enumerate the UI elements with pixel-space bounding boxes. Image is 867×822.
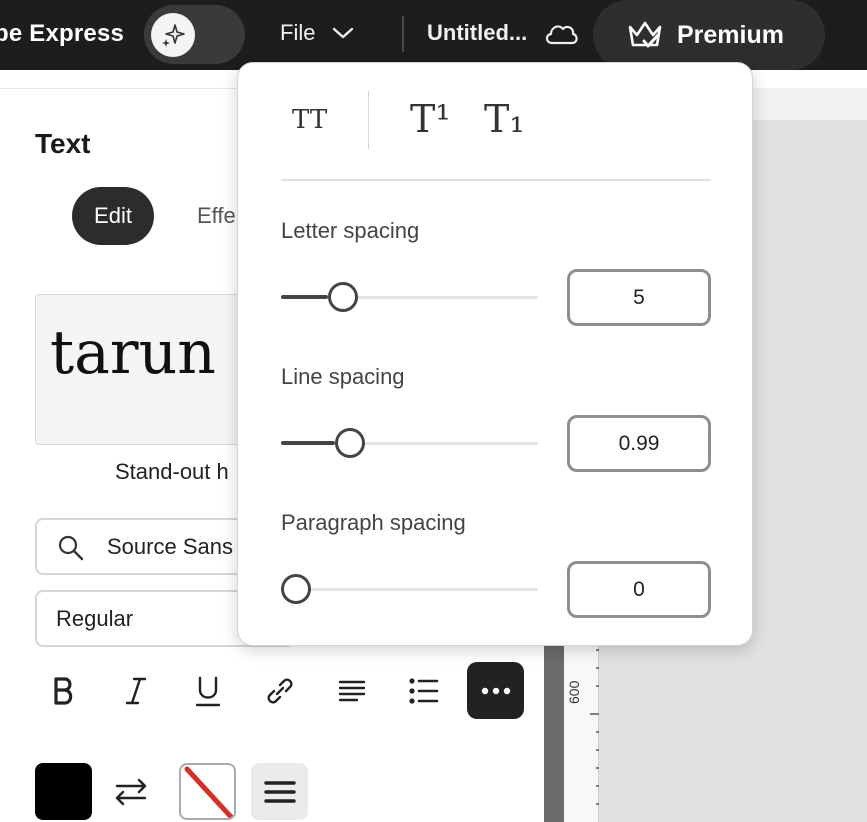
paragraph-spacing-input[interactable]: 0 — [567, 561, 711, 618]
popover-divider — [281, 179, 711, 181]
align-justify-icon — [263, 780, 296, 803]
align-button[interactable] — [323, 662, 380, 719]
more-options-button[interactable] — [467, 662, 524, 719]
tab-effects[interactable]: Effe — [197, 203, 236, 229]
italic-button[interactable] — [107, 662, 164, 719]
text-color-swatch[interactable] — [35, 763, 92, 820]
crown-icon — [628, 21, 662, 48]
text-spacing-popover: TT T¹ T₁ Letter spacing 5 Line spacing 0… — [237, 62, 753, 646]
line-spacing-slider[interactable] — [281, 428, 538, 458]
line-spacing-input[interactable]: 0.99 — [567, 415, 711, 472]
tab-edit[interactable]: Edit — [72, 187, 154, 245]
panel-title: Text — [35, 128, 91, 159]
swap-colors-icon[interactable] — [113, 772, 149, 812]
document-title[interactable]: Untitled... — [427, 20, 527, 46]
ai-toggle[interactable] — [144, 5, 245, 64]
paragraph-spacing-slider-handle[interactable] — [281, 574, 311, 604]
chevron-down-icon — [333, 27, 354, 39]
text-align-button[interactable] — [251, 763, 308, 820]
letter-spacing-slider-handle[interactable] — [327, 282, 358, 312]
font-family-value: Source Sans — [107, 534, 233, 559]
line-spacing-slider-handle[interactable] — [335, 428, 366, 458]
superscript-button[interactable]: T¹ — [410, 97, 451, 141]
link-icon — [267, 678, 292, 703]
link-button[interactable] — [251, 662, 308, 719]
app-brand: be Express — [0, 20, 125, 47]
letter-spacing-input[interactable]: 5 — [567, 269, 711, 326]
cloud-sync-icon[interactable] — [543, 18, 579, 48]
letter-spacing-slider-fill — [281, 295, 328, 299]
style-caption: Stand-out h — [115, 459, 229, 484]
search-icon — [58, 535, 84, 561]
paragraph-spacing-slider[interactable] — [281, 574, 538, 604]
line-spacing-slider-fill — [281, 441, 336, 445]
bold-icon — [53, 676, 72, 705]
letter-spacing-slider[interactable] — [281, 282, 538, 312]
list-button[interactable] — [395, 662, 452, 719]
more-icon — [481, 687, 510, 694]
sparkle-icon — [151, 13, 195, 57]
file-menu-label: File — [280, 20, 316, 45]
align-left-icon — [338, 680, 365, 701]
text-preview: tarun — [50, 318, 216, 388]
line-spacing-label: Line spacing — [281, 364, 405, 389]
font-weight-value: Regular — [56, 606, 134, 631]
no-fill-icon — [184, 766, 234, 818]
premium-button[interactable]: Premium — [593, 0, 825, 70]
bullet-list-icon — [408, 677, 438, 704]
background-color-swatch[interactable] — [179, 763, 236, 820]
subscript-button[interactable]: T₁ — [484, 97, 525, 141]
popover-vertical-divider — [368, 91, 369, 149]
underline-icon — [195, 676, 220, 706]
ruler-label: 600 — [566, 680, 582, 704]
bold-button[interactable] — [35, 662, 92, 719]
topbar-divider — [402, 16, 404, 52]
paragraph-spacing-label: Paragraph spacing — [281, 510, 466, 535]
premium-label: Premium — [677, 20, 784, 49]
file-menu[interactable]: File — [280, 20, 355, 46]
all-caps-button[interactable]: TT — [292, 105, 327, 135]
italic-icon — [125, 677, 146, 704]
top-bar: be Express File Untitled... Premium — [0, 0, 867, 70]
underline-button[interactable] — [179, 662, 236, 719]
letter-spacing-label: Letter spacing — [281, 218, 420, 243]
